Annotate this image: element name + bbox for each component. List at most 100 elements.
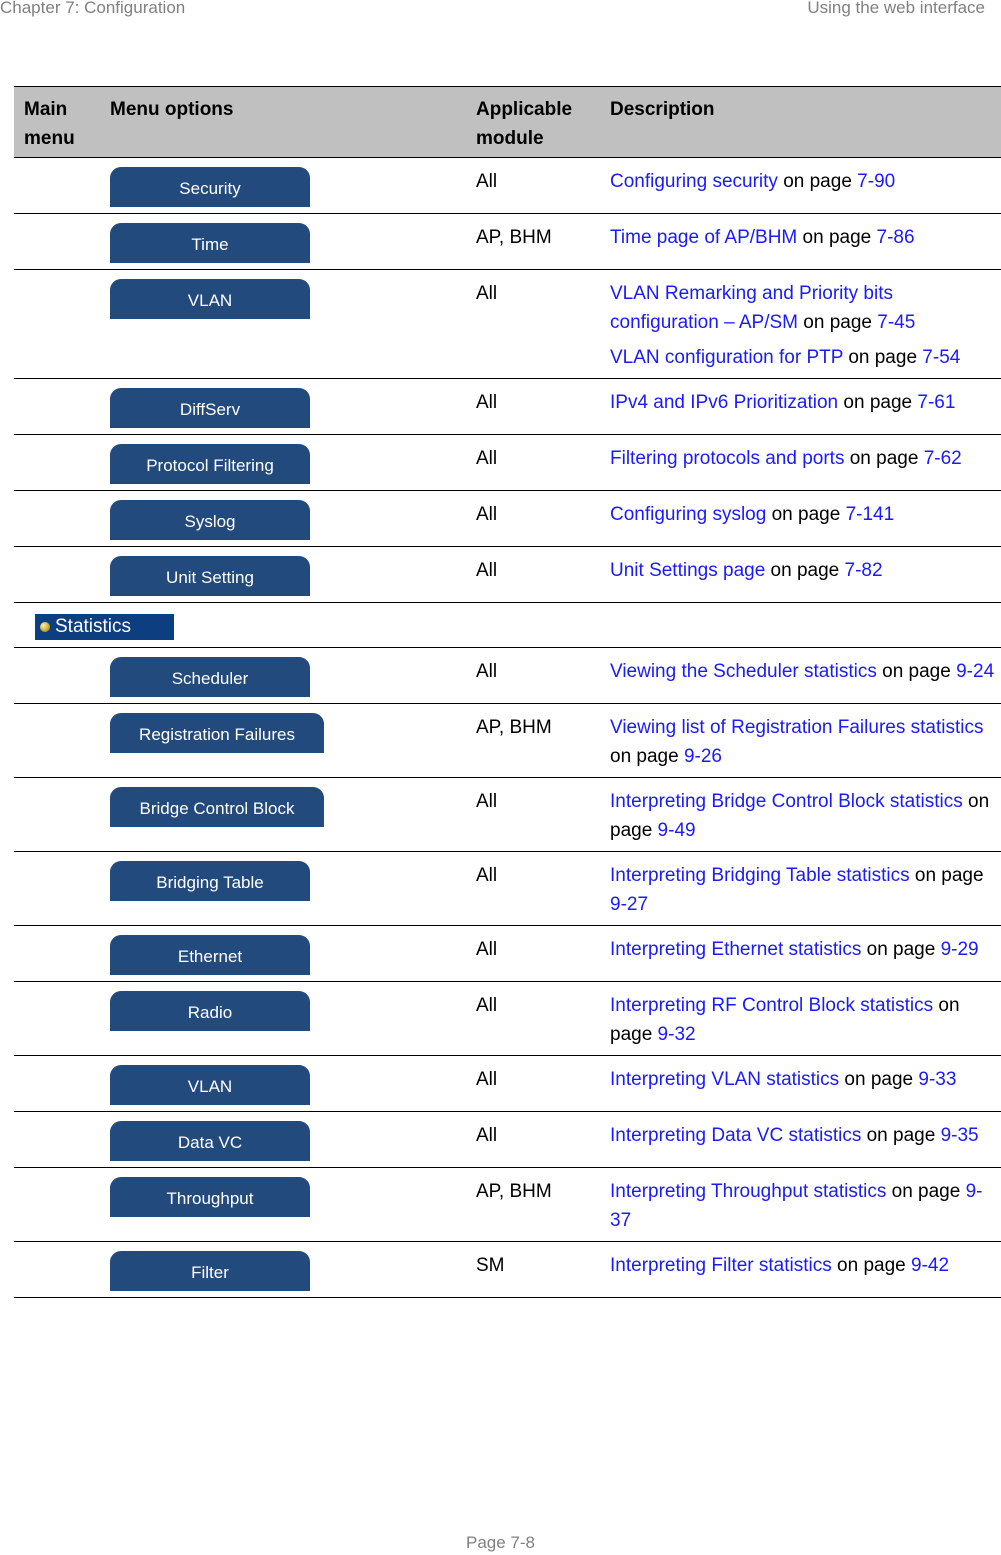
main-menu-cell [14,925,100,982]
table-row: Time AP, BHM Time page of AP/BHM on page 7… [14,213,1001,270]
running-header-chapter: Chapter 7: Configuration [0,0,186,17]
column-header-applicable-module: Applicable module [466,86,600,158]
menu-option-button[interactable]: Ethernet [110,935,310,975]
description-reference: Interpreting Ethernet statistics on page… [610,935,995,964]
cross-reference-link[interactable]: Interpreting VLAN statistics [610,1069,839,1090]
page-number-link[interactable]: 9-49 [658,820,696,841]
applicable-module-cell: All [466,851,600,926]
page-number-link[interactable]: 9-32 [658,1024,696,1045]
main-menu-cell [14,269,100,379]
main-menu-cell: Statistics [14,602,1001,648]
menu-option-button[interactable]: Scheduler [110,657,310,697]
page-number-link[interactable]: 7-62 [924,448,962,469]
page-number-link[interactable]: 7-45 [877,312,915,333]
page-number-link[interactable]: 7-82 [845,560,883,581]
page-number-link[interactable]: 9-42 [911,1255,949,1276]
cross-reference-link[interactable]: Interpreting Throughput statistics [610,1181,886,1202]
description-cell: Unit Settings page on page 7-82 [600,546,1001,603]
description-reference: Unit Settings page on page 7-82 [610,556,995,585]
menu-options-table: Main menu Menu options Applicable module… [14,86,1001,1298]
page-number-link[interactable]: 7-61 [917,392,955,413]
main-menu-cell [14,647,100,704]
cross-reference-link[interactable]: Interpreting RF Control Block statistics [610,995,933,1016]
menu-option-button[interactable]: Registration Failures [110,713,324,753]
menu-option-button[interactable]: VLAN [110,1065,310,1105]
cross-reference-link[interactable]: Interpreting Ethernet statistics [610,939,861,960]
menu-option-button[interactable]: Security [110,167,310,207]
page-number-link[interactable]: 9-24 [956,661,994,682]
page-number-link[interactable]: 9-33 [918,1069,956,1090]
description-reference: Configuring syslog on page 7-141 [610,500,995,529]
page-number-link[interactable]: 9-35 [941,1125,979,1146]
cross-reference-link[interactable]: VLAN configuration for PTP [610,347,843,368]
cross-reference-link[interactable]: Configuring security [610,171,778,192]
menu-option-button[interactable]: Time [110,223,310,263]
cross-reference-link[interactable]: IPv4 and IPv6 Prioritization [610,392,838,413]
cross-reference-link[interactable]: Configuring syslog [610,504,766,525]
description-reference: Viewing list of Registration Failures st… [610,713,995,771]
menu-option-cell: Protocol Filtering [100,434,466,491]
description-cell: IPv4 and IPv6 Prioritization on page 7-6… [600,378,1001,435]
page-number-link[interactable]: 7-54 [922,347,960,368]
column-header-menu-options: Menu options [100,86,466,158]
cross-reference-link[interactable]: Interpreting Bridging Table statistics [610,865,910,886]
page-number-link[interactable]: 7-141 [846,504,895,525]
main-menu-statistics-label: Statistics [55,616,132,637]
table-row: Unit Setting All Unit Settings page on pag… [14,546,1001,603]
page-number-link[interactable]: 9-29 [941,939,979,960]
description-cell: Interpreting Throughput statistics on pa… [600,1167,1001,1242]
menu-option-button[interactable]: Throughput [110,1177,310,1217]
page-number-link[interactable]: 7-86 [877,227,915,248]
page-ref-text: on page [777,171,858,192]
menu-option-button[interactable]: Filter [110,1251,310,1291]
applicable-module-cell: AP, BHM [466,213,600,270]
menu-option-cell: Bridge Control Block [100,777,466,852]
page-ref-text: on page [861,1125,941,1146]
menu-option-button[interactable]: VLAN [110,279,310,319]
page-number-link[interactable]: 9-26 [684,746,722,767]
page-number-link[interactable]: 7-90 [857,171,895,192]
cross-reference-link[interactable]: Unit Settings page [610,560,765,581]
menu-option-button[interactable]: Protocol Filtering [110,444,310,484]
cross-reference-link[interactable]: Viewing list of Registration Failures st… [610,717,983,738]
applicable-module-cell: AP, BHM [466,1167,600,1242]
menu-option-button[interactable]: Radio [110,991,310,1031]
menu-option-cell: Syslog [100,490,466,547]
menu-option-cell: Radio [100,981,466,1056]
applicable-module-cell: All [466,546,600,603]
cross-reference-link[interactable]: Viewing the Scheduler statistics [610,661,877,682]
table-row: Protocol Filtering All Filtering protocols… [14,434,1001,491]
main-menu-cell [14,378,100,435]
menu-option-button[interactable]: Bridging Table [110,861,310,901]
description-cell: Viewing list of Registration Failures st… [600,703,1001,778]
menu-option-button[interactable]: Unit Setting [110,556,310,596]
applicable-module-cell: All [466,157,600,214]
cross-reference-link[interactable]: Filtering protocols and ports [610,448,844,469]
description-cell: Time page of AP/BHM on page 7-86 [600,213,1001,270]
menu-option-button[interactable]: Syslog [110,500,310,540]
main-menu-statistics[interactable]: Statistics [35,614,174,640]
menu-option-button[interactable]: Data VC [110,1121,310,1161]
menu-option-button[interactable]: Bridge Control Block [110,787,324,827]
page-ref-text: on page [610,746,684,767]
page-ref-text: on page [886,1181,966,1202]
description-reference: Interpreting Bridging Table statistics o… [610,861,995,919]
menu-option-button[interactable]: DiffServ [110,388,310,428]
table-row: Syslog All Configuring syslog on page 7-14… [14,490,1001,547]
description-cell: Interpreting Bridging Table statistics o… [600,851,1001,926]
cross-reference-link[interactable]: Interpreting Bridge Control Block statis… [610,791,963,812]
page-ref-text: on page [838,392,918,413]
cross-reference-link[interactable]: Interpreting Data VC statistics [610,1125,861,1146]
cross-reference-link[interactable]: Interpreting Filter statistics [610,1255,832,1276]
bullet-dot-icon [40,622,50,632]
menu-option-cell: VLAN [100,269,466,379]
main-menu-cell [14,703,100,778]
page-ref-text: on page [765,560,845,581]
menu-option-cell: DiffServ [100,378,466,435]
applicable-module-cell: All [466,1111,600,1168]
main-menu-cell [14,157,100,214]
cross-reference-link[interactable]: Time page of AP/BHM [610,227,797,248]
description-reference: Interpreting RF Control Block statistics… [610,991,995,1049]
applicable-module-cell: All [466,378,600,435]
page-number-link[interactable]: 9-27 [610,894,648,915]
